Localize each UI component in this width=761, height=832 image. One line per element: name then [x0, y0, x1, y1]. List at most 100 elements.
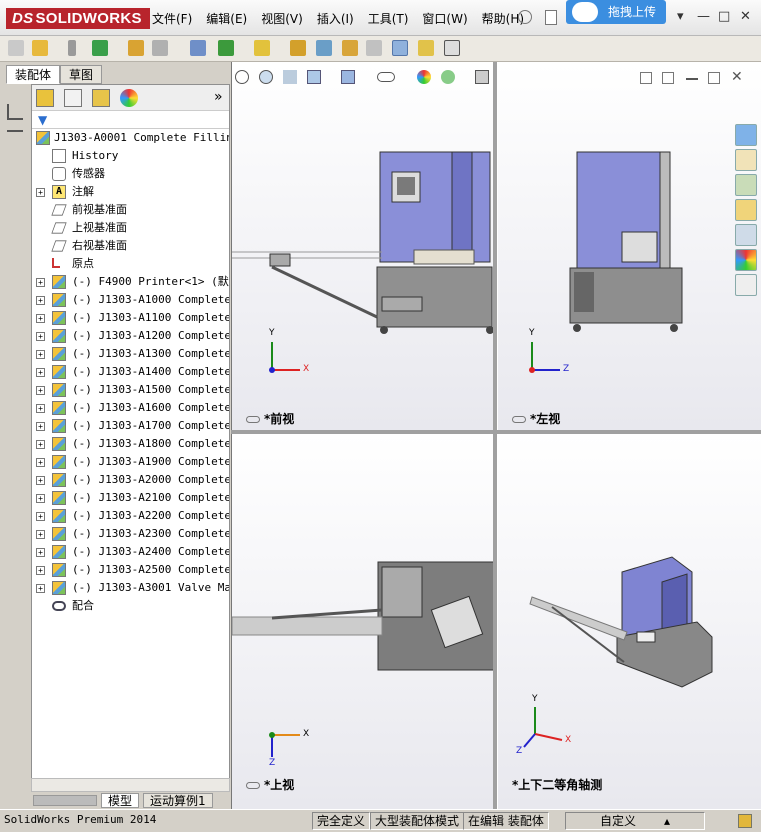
tree-item[interactable]: 前视基准面 [32, 201, 229, 219]
expand-toggle-icon[interactable]: + [36, 440, 45, 449]
tree-component[interactable]: + (-) J1303-A1200 Complete Va [32, 327, 229, 345]
design-library-icon[interactable] [735, 174, 757, 196]
section-view-icon[interactable] [307, 70, 321, 84]
expand-toggle-icon[interactable]: + [36, 296, 45, 305]
expand-toggle-icon[interactable]: + [36, 566, 45, 575]
display-manager-icon[interactable] [120, 89, 138, 107]
tree-component[interactable]: + (-) J1303-A1800 Complete Co [32, 435, 229, 453]
configuration-manager-icon[interactable] [92, 89, 110, 107]
tree-component[interactable]: + (-) F4900 Printer<1> (默认) [32, 273, 229, 291]
expand-toggle-icon[interactable]: + [36, 584, 45, 593]
tree-scrollbar[interactable] [31, 778, 230, 792]
filter-icon[interactable]: ▼ [38, 113, 47, 127]
expand-toggle-icon[interactable]: + [36, 548, 45, 557]
expand-toggle-icon[interactable]: + [36, 458, 45, 467]
tree-component[interactable]: + (-) J1303-A1100 Complete Co [32, 309, 229, 327]
expand-toggle-icon[interactable]: + [36, 530, 45, 539]
pin-icon[interactable] [518, 10, 532, 24]
tab-motion-study[interactable]: 运动算例1 [143, 793, 213, 808]
insert-component-icon[interactable] [32, 40, 48, 56]
viewport-minimize-icon[interactable] [686, 78, 698, 80]
instant3d-icon[interactable] [392, 40, 408, 56]
viewport-restore-icon[interactable] [708, 72, 720, 84]
display-style-icon[interactable] [377, 72, 395, 82]
home-icon[interactable] [735, 149, 757, 171]
tree-component[interactable]: + (-) J1303-A1500 Complete Pr [32, 381, 229, 399]
viewport-vertical-splitter[interactable] [493, 62, 497, 809]
mate-icon[interactable] [92, 40, 108, 56]
dimension-icon[interactable] [7, 130, 23, 140]
view-orientation-icon[interactable] [341, 70, 355, 84]
units-selector[interactable]: 自定义 ▴ [565, 812, 705, 830]
menu-file[interactable]: 文件(F) [145, 10, 199, 28]
paperclip-icon[interactable] [68, 40, 76, 56]
status-tag-icon[interactable] [738, 814, 752, 828]
dropdown-arrow-icon[interactable]: ▾ [677, 9, 684, 24]
expand-toggle-icon[interactable]: + [36, 332, 45, 341]
snapshot-icon[interactable] [444, 40, 460, 56]
reference-geometry-icon[interactable] [290, 40, 306, 56]
expand-toggle-icon[interactable]: + [36, 368, 45, 377]
menu-view[interactable]: 视图(V) [254, 10, 310, 28]
link-icon[interactable] [246, 416, 260, 423]
link-icon[interactable] [246, 782, 260, 789]
tree-component[interactable]: + (-) J1303-A1000 Complete Fr [32, 291, 229, 309]
exploded-view-icon[interactable] [366, 40, 382, 56]
zoom-to-area-icon[interactable] [259, 70, 273, 84]
zoom-to-fit-icon[interactable] [235, 70, 249, 84]
tab-assembly[interactable]: 装配体 [6, 65, 61, 84]
expand-toggle-icon[interactable]: + [36, 476, 45, 485]
expand-toggle-icon[interactable]: + [36, 188, 45, 197]
expand-toggle-icon[interactable]: + [36, 350, 45, 359]
tree-item[interactable]: 上视基准面 [32, 219, 229, 237]
move-component-icon[interactable] [190, 40, 206, 56]
tab-nav-arrows[interactable] [33, 795, 97, 806]
tab-sketch[interactable]: 草图 [60, 65, 103, 84]
upload-button[interactable]: 拖拽上传 [566, 0, 666, 24]
viewport-horizontal-splitter[interactable] [231, 430, 761, 434]
expand-toggle-icon[interactable]: + [36, 512, 45, 521]
tree-mates[interactable]: 配合 [32, 597, 229, 615]
appearances-icon[interactable] [735, 249, 757, 271]
bill-of-materials-icon[interactable] [342, 40, 358, 56]
expand-toggle-icon[interactable]: + [36, 404, 45, 413]
tree-component[interactable]: + (-) J1303-A1300 Complete Li [32, 345, 229, 363]
smart-fastener-icon[interactable] [152, 40, 168, 56]
tree-item[interactable]: 右视基准面 [32, 237, 229, 255]
tree-component[interactable]: + (-) J1303-A3001 Valve Mani [32, 579, 229, 597]
tree-component[interactable]: + (-) J1303-A1600 Complete El [32, 399, 229, 417]
tree-component[interactable]: + (-) J1303-A2100 Complete Gu [32, 489, 229, 507]
show-hidden-icon[interactable] [218, 40, 234, 56]
tree-item[interactable]: History [32, 147, 229, 165]
custom-properties-icon[interactable] [735, 274, 757, 296]
new-document-icon[interactable] [545, 10, 557, 25]
expand-toggle-icon[interactable]: + [36, 314, 45, 323]
tree-component[interactable]: + (-) J1303-A1400 Complete Va [32, 363, 229, 381]
viewport-link-icon[interactable] [662, 72, 674, 84]
solidworks-logo[interactable]: DS SOLIDWORKS [6, 8, 150, 29]
menu-insert[interactable]: 插入(I) [310, 10, 361, 28]
tree-component[interactable]: + (-) J1303-A2500 Complete Pl [32, 561, 229, 579]
tree-component[interactable]: + (-) J1303-A2000 Complete Dr [32, 471, 229, 489]
menu-window[interactable]: 窗口(W) [415, 10, 474, 28]
tree-item[interactable]: 传感器 [32, 165, 229, 183]
speedpak-icon[interactable] [418, 40, 434, 56]
menu-tools[interactable]: 工具(T) [361, 10, 416, 28]
appearance-icon[interactable] [417, 70, 431, 84]
previous-view-icon[interactable] [283, 70, 297, 84]
expand-panel-icon[interactable]: » [214, 89, 223, 105]
tree-component[interactable]: + (-) J1303-A2300 Complete Op [32, 525, 229, 543]
tree-filter[interactable]: ▼ [32, 111, 229, 129]
solidworks-resources-icon[interactable] [735, 124, 757, 146]
view-palette-icon[interactable] [735, 224, 757, 246]
menu-edit[interactable]: 编辑(E) [199, 10, 254, 28]
viewport-close-icon[interactable]: ✕ [731, 69, 743, 85]
restore-icon[interactable]: □ [718, 9, 730, 24]
tree-component[interactable]: + (-) J1303-A2400 Complete Po [32, 543, 229, 561]
sketch-icon[interactable] [7, 104, 23, 120]
tree-item[interactable]: + A 注解 [32, 183, 229, 201]
minimize-icon[interactable]: — [697, 9, 710, 24]
tree-component[interactable]: + (-) J1303-A2200 Complete Fl [32, 507, 229, 525]
close-icon[interactable]: ✕ [740, 9, 751, 24]
expand-toggle-icon[interactable]: + [36, 422, 45, 431]
